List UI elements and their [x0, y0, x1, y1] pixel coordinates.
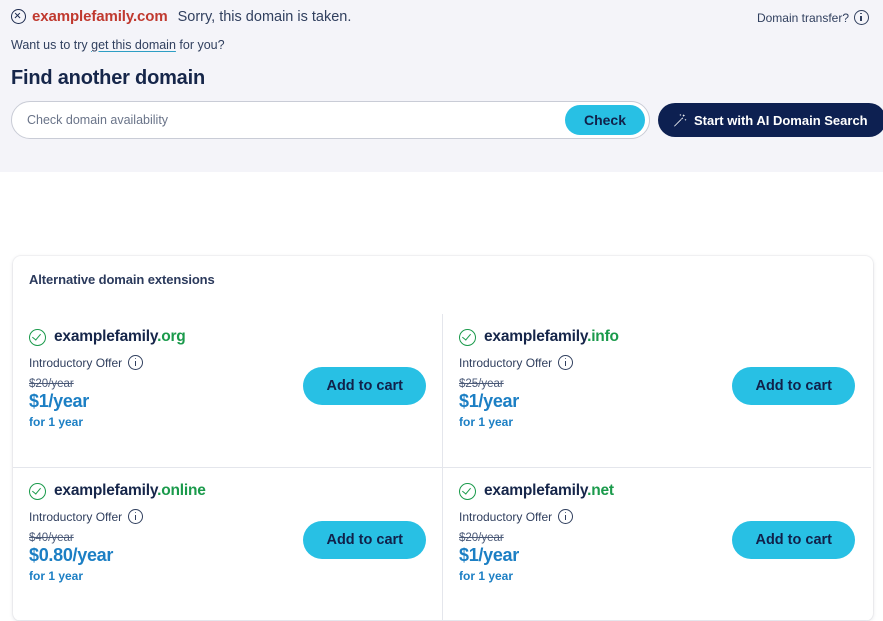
domain-name: examplefamily.info — [484, 328, 619, 346]
domain-sld: examplefamily — [484, 482, 587, 499]
domain-result-card: examplefamily.info Introductory Offer $2… — [442, 314, 871, 467]
price-term: for 1 year — [459, 569, 855, 583]
price-term: for 1 year — [459, 415, 855, 429]
check-circle-icon — [459, 329, 476, 346]
domain-sld: examplefamily — [484, 328, 587, 345]
domain-result-card: examplefamily.org Introductory Offer $20… — [13, 314, 442, 467]
search-input[interactable] — [12, 113, 565, 127]
get-this-domain-link[interactable]: get this domain — [91, 38, 176, 52]
info-icon[interactable] — [558, 355, 573, 370]
domain-tld: .net — [587, 482, 614, 499]
check-button[interactable]: Check — [565, 105, 645, 135]
domain-sld: examplefamily — [54, 328, 157, 345]
add-to-cart-button[interactable]: Add to cart — [732, 521, 855, 559]
domain-tld: .online — [157, 482, 206, 499]
domain-tld: .org — [157, 328, 185, 345]
x-circle-icon — [11, 9, 26, 24]
check-circle-icon — [459, 483, 476, 500]
page-title: Find another domain — [11, 67, 205, 90]
domain-search-bar[interactable]: Check — [11, 101, 650, 139]
domain-name: examplefamily.online — [54, 482, 206, 500]
domain-name-row: examplefamily.net — [459, 482, 855, 500]
price-term: for 1 year — [29, 415, 426, 429]
domain-transfer-label: Domain transfer? — [757, 11, 849, 25]
magic-wand-icon — [672, 113, 687, 128]
taken-domain-name: examplefamily.com — [32, 8, 168, 25]
domain-name: examplefamily.org — [54, 328, 186, 346]
domain-result-card: examplefamily.online Introductory Offer … — [13, 467, 442, 620]
check-circle-icon — [29, 483, 46, 500]
domain-sld: examplefamily — [54, 482, 157, 499]
add-to-cart-button[interactable]: Add to cart — [303, 521, 426, 559]
try-domain-row: Want us to try get this domain for you? — [11, 38, 225, 52]
domain-transfer-row[interactable]: Domain transfer? — [757, 10, 869, 25]
add-to-cart-button[interactable]: Add to cart — [303, 367, 426, 405]
check-circle-icon — [29, 329, 46, 346]
taken-domain-message: Sorry, this domain is taken. — [178, 9, 352, 25]
try-suffix-text: for you? — [179, 38, 224, 52]
introductory-offer-label: Introductory Offer — [459, 356, 552, 370]
domain-results-grid: examplefamily.org Introductory Offer $20… — [13, 314, 873, 620]
panel-title: Alternative domain extensions — [13, 256, 873, 287]
domain-name: examplefamily.net — [484, 482, 614, 500]
domain-result-card: examplefamily.net Introductory Offer $20… — [442, 467, 871, 620]
introductory-offer-label: Introductory Offer — [459, 510, 552, 524]
domain-name-row: examplefamily.org — [29, 328, 426, 346]
try-prefix-text: Want us to try — [11, 38, 88, 52]
domain-name-row: examplefamily.info — [459, 328, 855, 346]
add-to-cart-button[interactable]: Add to cart — [732, 367, 855, 405]
introductory-offer-label: Introductory Offer — [29, 356, 122, 370]
info-icon[interactable] — [558, 509, 573, 524]
info-icon[interactable] — [128, 509, 143, 524]
ai-domain-search-button[interactable]: Start with AI Domain Search — [658, 103, 883, 137]
introductory-offer-label: Introductory Offer — [29, 510, 122, 524]
domain-status-header: examplefamily.com Sorry, this domain is … — [0, 0, 883, 172]
ai-domain-search-label: Start with AI Domain Search — [694, 113, 868, 128]
domain-name-row: examplefamily.online — [29, 482, 426, 500]
alternative-extensions-panel: Alternative domain extensions examplefam… — [13, 256, 873, 621]
domain-tld: .info — [587, 328, 619, 345]
domain-status-row: examplefamily.com Sorry, this domain is … — [11, 8, 351, 25]
info-icon[interactable] — [854, 10, 869, 25]
price-term: for 1 year — [29, 569, 426, 583]
info-icon[interactable] — [128, 355, 143, 370]
